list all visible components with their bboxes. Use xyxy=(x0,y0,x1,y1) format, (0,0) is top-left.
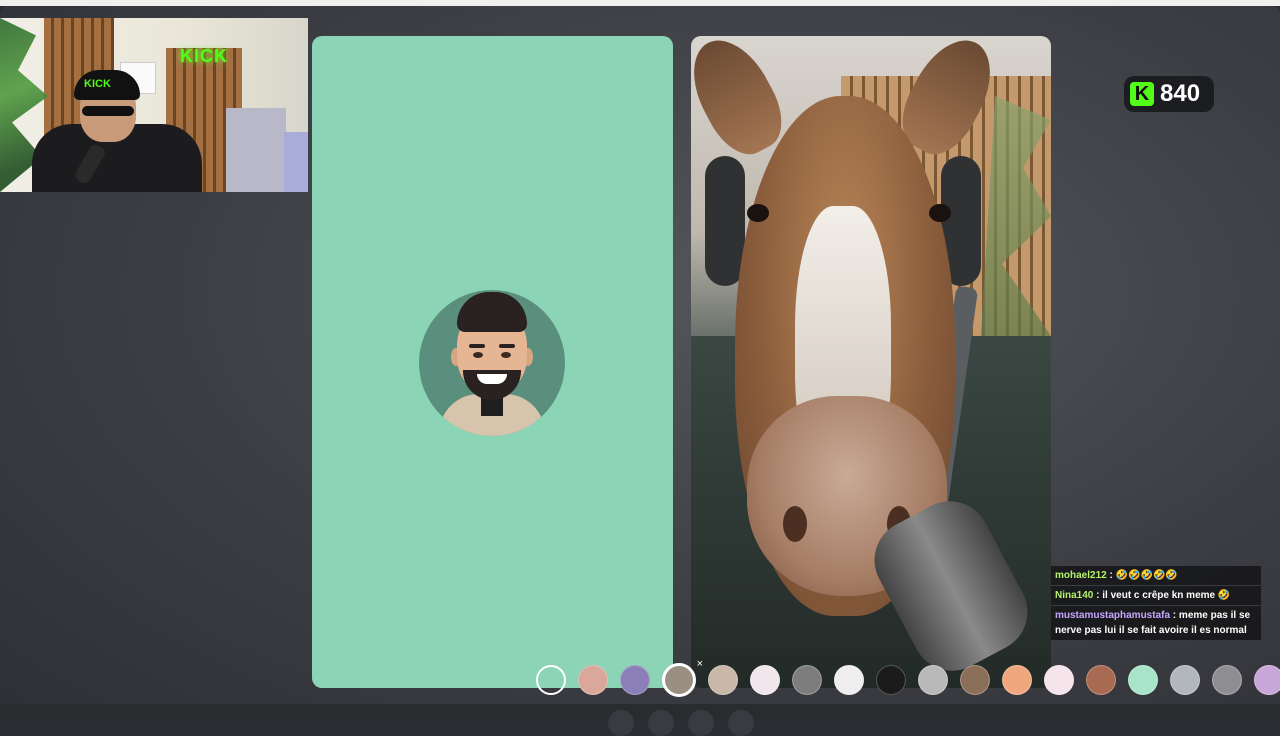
filter-panda-button[interactable] xyxy=(834,665,864,695)
kick-neon-sign: KICK xyxy=(180,46,228,66)
chat-separator: : xyxy=(1093,590,1103,601)
filter-stars-button[interactable] xyxy=(1254,665,1280,695)
avatar-hair xyxy=(457,292,527,332)
chat-separator: : xyxy=(1106,570,1116,581)
control-button[interactable] xyxy=(728,710,754,736)
donkey-nostril xyxy=(783,506,807,542)
avatar-brow xyxy=(469,344,485,348)
background-object xyxy=(284,132,308,192)
filter-purple-button[interactable] xyxy=(620,665,650,695)
control-button[interactable] xyxy=(688,710,714,736)
chat-text: il veut c crêpe kn meme 🤣 xyxy=(1102,590,1231,601)
close-icon[interactable]: × xyxy=(697,658,703,670)
filter-skin-button[interactable] xyxy=(578,665,608,695)
avatar-brow xyxy=(499,344,515,348)
chat-text: 🤣🤣🤣🤣🤣 xyxy=(1115,570,1178,581)
chat-username: mohael212 xyxy=(1055,570,1107,581)
filter-pink-bunny-button[interactable] xyxy=(1044,665,1074,695)
avatar-eye xyxy=(501,352,511,358)
chat-overlay: mohael212 : 🤣🤣🤣🤣🤣 Nina140 : il veut c cr… xyxy=(1051,566,1261,641)
filter-robot-button[interactable] xyxy=(1170,665,1200,695)
filter-monkey-button[interactable] xyxy=(960,665,990,695)
chair xyxy=(226,108,286,192)
filter-devil-button[interactable] xyxy=(876,665,906,695)
streamer: KICK xyxy=(22,70,202,192)
filter-gray-button[interactable] xyxy=(1212,665,1242,695)
bottom-control-bar xyxy=(0,704,1280,720)
filter-donkey-button[interactable]: × xyxy=(662,658,703,697)
call-participant-video-panel xyxy=(691,36,1051,688)
filter-gray-face-button[interactable] xyxy=(792,665,822,695)
filter-orange-button[interactable] xyxy=(1002,665,1032,695)
sunglasses xyxy=(82,106,134,116)
cap-logo: KICK xyxy=(84,78,111,90)
kick-k-icon: K xyxy=(1130,82,1154,106)
follower-count: 840 xyxy=(1160,80,1201,107)
call-participant-avatar-panel xyxy=(312,36,673,688)
avatar-eye xyxy=(473,352,483,358)
donkey-eye xyxy=(929,204,951,222)
avatar xyxy=(419,290,565,436)
filter-alien-button[interactable] xyxy=(1128,665,1158,695)
filter-sad-button[interactable] xyxy=(918,665,948,695)
follower-count-badge: K 840 xyxy=(1124,76,1214,112)
streamer-webcam: KICK KICK xyxy=(0,18,308,192)
headphone xyxy=(705,156,745,286)
chat-username: Nina140 xyxy=(1055,590,1094,601)
chat-separator: : xyxy=(1170,610,1179,621)
control-button[interactable] xyxy=(648,710,674,736)
donkey-eye xyxy=(747,204,769,222)
face-filter-strip: × xyxy=(536,658,1280,698)
filter-man-button[interactable] xyxy=(1086,665,1116,695)
filter-dog-button[interactable] xyxy=(708,665,738,695)
control-button[interactable] xyxy=(608,710,634,736)
chat-message: mohael212 : 🤣🤣🤣🤣🤣 xyxy=(1051,566,1261,585)
chat-message: Nina140 : il veut c crêpe kn meme 🤣 xyxy=(1051,586,1261,605)
chat-message: mustamustaphamustafa : meme pas il se ne… xyxy=(1051,606,1261,640)
filter-pink-face-button[interactable] xyxy=(750,665,780,695)
filter-none-button[interactable] xyxy=(536,665,566,695)
chat-username: mustamustaphamustafa xyxy=(1055,610,1171,621)
